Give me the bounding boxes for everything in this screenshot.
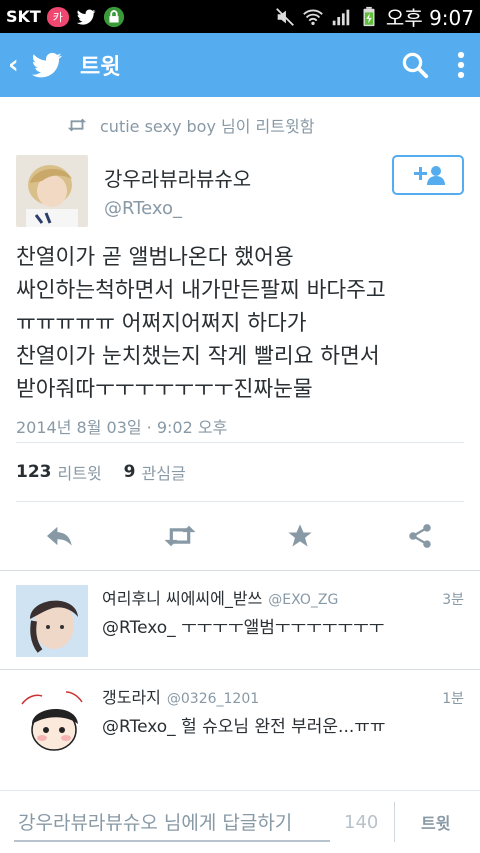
tweet-actions [0,502,480,570]
tweet-stats: 123 리트윗 9 관심글 [0,443,480,501]
retweet-context: cutie sexy boy 님이 리트윗함 [0,97,480,153]
mute-icon [276,7,294,26]
tweet-send-button[interactable]: 트윗 [421,810,450,834]
notification-badge-label: 카 [52,10,63,24]
reply-item[interactable]: 여리후니 씨에씨에_받쓰 @EXO_ZG 3분 @RTexo_ ㅜㅜㅜㅜ앨범ㅜㅜ… [0,571,480,659]
share-icon [409,524,431,548]
overflow-menu-icon[interactable] [456,50,466,80]
favorite-button[interactable] [270,522,330,550]
reply-author-handle[interactable]: @0326_1201 [167,691,259,707]
reply-input[interactable]: 강우라뷰라뷰슈오 님에게 답글하기 [14,802,330,842]
star-icon [288,524,312,547]
twitter-notification-icon [76,9,96,25]
reply-avatar[interactable] [16,684,88,756]
reply-composer: 강우라뷰라뷰슈오 님에게 답글하기 140 트윗 [0,790,480,853]
reply-avatar[interactable] [16,585,88,657]
reply-author-name[interactable]: 여리후니 씨에씨에_받쓰 [102,585,262,609]
retweet-button[interactable] [150,523,210,549]
author-handle[interactable]: @RTexo_ [104,198,251,219]
reply-icon [47,526,72,546]
tweet-text: 찬열이가 곧 앨범나온다 했어용 싸인하는척하면서 내가만든팔찌 바다주고 ㅠㅠ… [16,245,386,402]
divider [394,802,395,842]
retweet-count[interactable]: 123 [16,462,52,482]
status-bar: SKT 카 오후 9:07 [0,0,480,33]
retweet-context-label: cutie sexy boy 님이 리트윗함 [100,117,315,136]
reply-time: 1분 [442,691,464,707]
retweet-small-icon [67,118,87,132]
back-button[interactable]: ‹ [8,50,24,80]
add-user-icon [414,166,445,185]
retweet-icon [164,525,196,547]
character-counter: 140 [344,811,379,833]
tweet-timestamp: 2014년 8월 03일 · 9:02 오후 [16,418,228,437]
notification-badge-icon: 카 [46,6,69,27]
reply-button[interactable] [30,523,90,549]
wifi-icon [303,9,323,25]
reply-input-placeholder: 강우라뷰라뷰슈오 님에게 답글하기 [18,811,293,834]
carrier-label: SKT [6,7,41,26]
tweet-author: 강우라뷰라뷰슈오 @RTexo_ [0,153,480,229]
share-button[interactable] [390,522,450,550]
author-display-name[interactable]: 강우라뷰라뷰슈오 [104,163,251,192]
reply-time: 3분 [442,592,464,608]
reply-text: @RTexo_ 헐 슈오님 완전 부러운...ㅠㅠ [102,717,386,737]
twitter-bird-icon[interactable] [28,49,66,81]
app-header: ‹ 트윗 [0,33,480,97]
battery-charging-icon [363,6,375,26]
reply-text: @RTexo_ ㅜㅜㅜㅜ앨범ㅜㅜㅜㅜㅜㅜㅜ [102,618,385,638]
reply-author-handle[interactable]: @EXO_ZG [268,592,338,608]
lock-icon [103,6,124,27]
page-title: 트윗 [80,55,121,80]
signal-icon [332,9,350,25]
retweet-count-label[interactable]: 리트윗 [58,460,102,484]
reply-author-name[interactable]: 갱도라지 [102,684,161,708]
follow-button[interactable] [392,155,464,195]
favorite-count-label[interactable]: 관심글 [142,460,186,484]
reply-item[interactable]: 갱도라지 @0326_1201 1분 @RTexo_ 헐 슈오님 완전 부러운.… [0,670,480,766]
search-icon[interactable] [400,50,430,80]
favorite-count[interactable]: 9 [124,462,136,482]
clock: 오후 9:07 [385,6,474,30]
author-avatar[interactable] [16,155,88,227]
